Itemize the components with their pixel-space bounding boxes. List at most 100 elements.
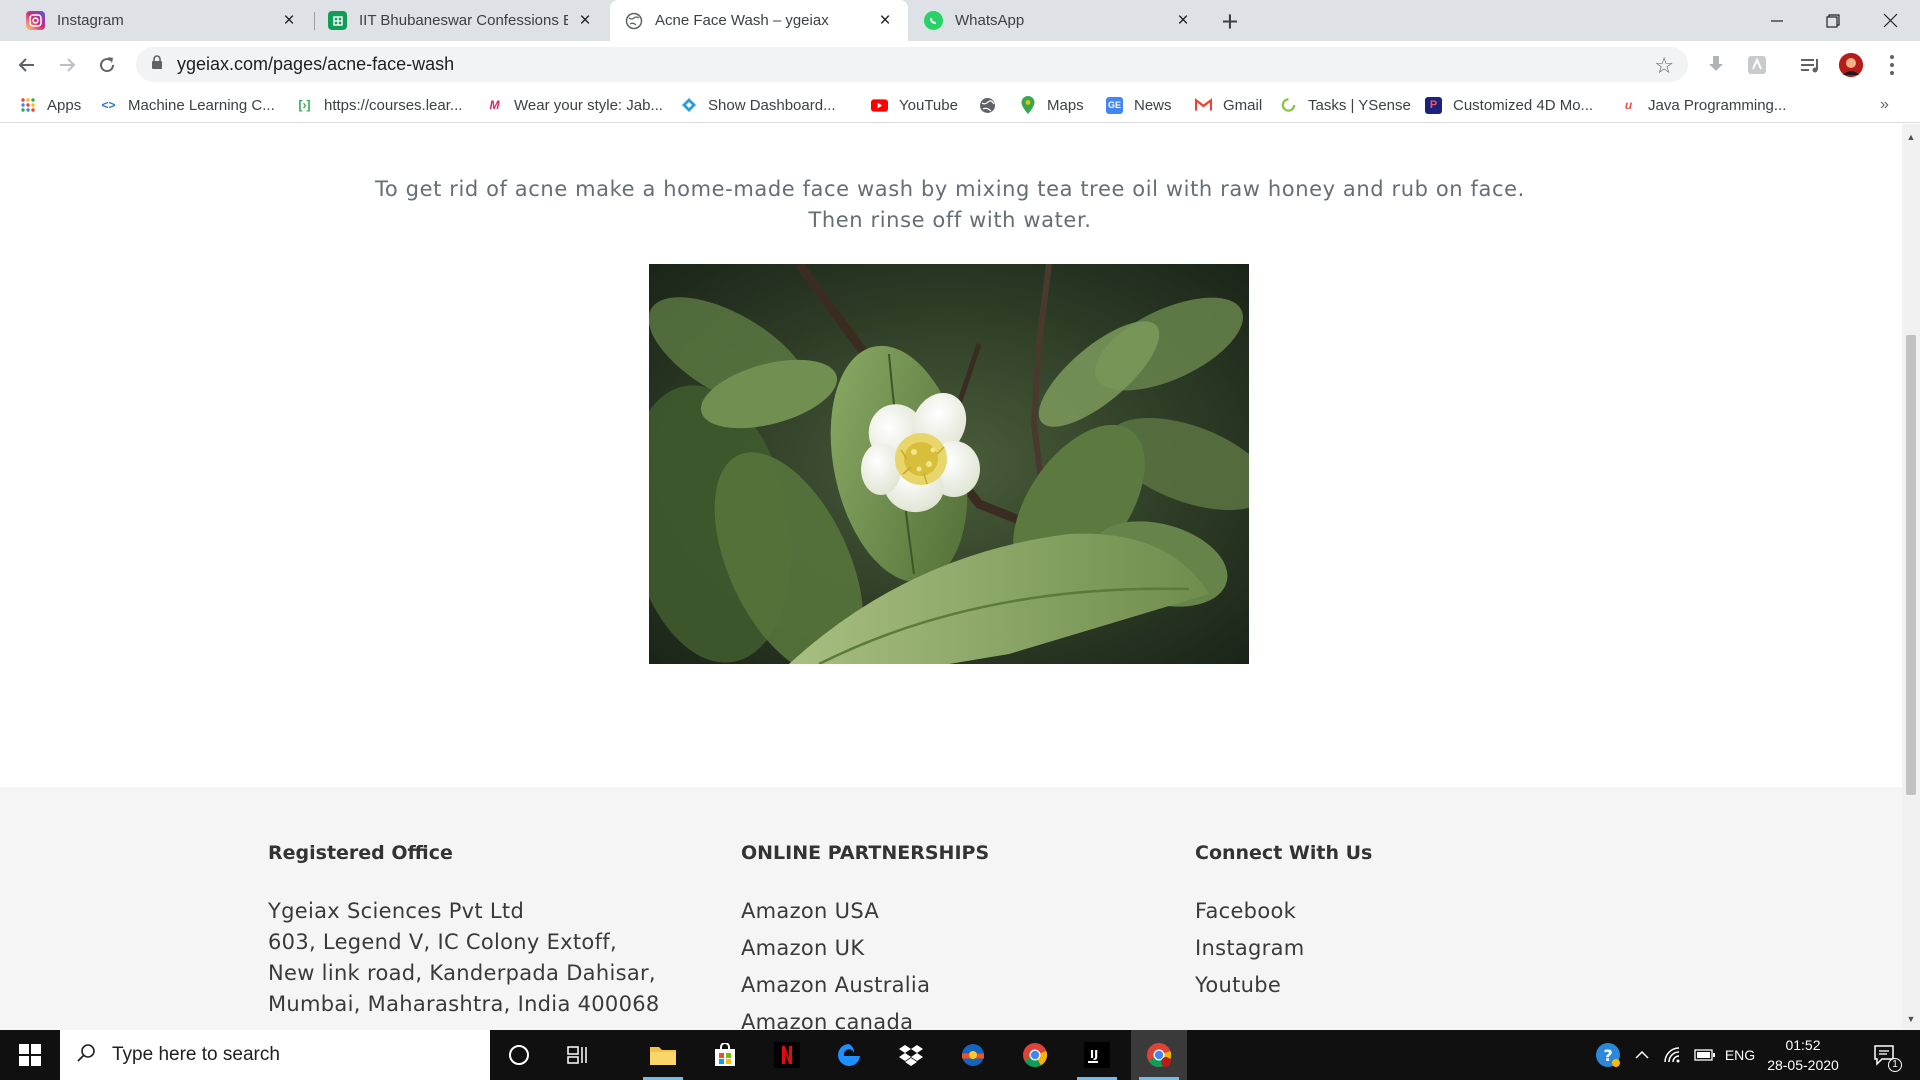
- close-tab-icon[interactable]: ×: [1174, 10, 1192, 31]
- browser-menu-icon[interactable]: [1887, 53, 1897, 77]
- wifi-icon[interactable]: [1658, 1030, 1688, 1080]
- bookmark-gmail[interactable]: Gmail: [1195, 93, 1262, 117]
- social-link-instagram[interactable]: Instagram: [1195, 936, 1305, 960]
- close-tab-icon[interactable]: ×: [576, 10, 594, 31]
- url-text: ygeiax.com/pages/acne-face-wash: [177, 54, 455, 74]
- maps-icon: [1019, 96, 1036, 114]
- myntra-icon: M: [489, 98, 500, 112]
- address-bar[interactable]: ygeiax.com/pages/acne-face-wash ☆: [136, 47, 1688, 82]
- globe-icon: [624, 11, 643, 30]
- reload-icon: [100, 57, 115, 73]
- windows-taskbar: Type here to search IJ ? ENG 01:52 28-05…: [0, 1030, 1920, 1080]
- battery-icon[interactable]: [1690, 1030, 1720, 1080]
- office-address-line: Mumbai, Maharashtra, India 400068: [268, 992, 660, 1016]
- back-button[interactable]: [10, 48, 44, 82]
- lock-icon: [151, 55, 163, 74]
- bookmark-4d[interactable]: P Customized 4D Mo...: [1425, 93, 1593, 117]
- cortana-icon: [509, 1045, 529, 1065]
- task-view-icon: [567, 1046, 587, 1064]
- tab-title: IIT Bhubaneswar Confessions Box: [359, 12, 568, 29]
- social-link-youtube[interactable]: Youtube: [1195, 973, 1281, 997]
- instagram-icon: [26, 11, 45, 30]
- bookmark-myntra[interactable]: M Wear your style: Jab...: [486, 93, 663, 117]
- taskbar-chrome-active[interactable]: [1131, 1030, 1187, 1080]
- profile-avatar[interactable]: [1839, 53, 1863, 77]
- minimize-button[interactable]: [1749, 0, 1805, 41]
- bookmark-courses[interactable]: [›] https://courses.lear...: [296, 93, 463, 117]
- task-view-button[interactable]: [551, 1030, 607, 1080]
- taskbar-dropbox[interactable]: [883, 1030, 939, 1080]
- clock-time: 01:52: [1785, 1037, 1821, 1053]
- restore-button[interactable]: [1805, 0, 1861, 41]
- dashboard-icon: [680, 97, 697, 114]
- taskbar-app-circle[interactable]: [945, 1030, 1001, 1080]
- site-footer: Registered Office Ygeiax Sciences Pvt Lt…: [0, 787, 1902, 1030]
- google-sheets-icon: [328, 11, 347, 30]
- partner-link-amazon-canada[interactable]: Amazon canada: [741, 1010, 913, 1030]
- bookmark-java[interactable]: u Java Programming...: [1620, 93, 1787, 117]
- back-arrow-icon: [18, 58, 34, 72]
- youtube-icon: [871, 97, 888, 114]
- cortana-button[interactable]: [491, 1030, 547, 1080]
- tab-instagram[interactable]: Instagram ×: [12, 0, 312, 41]
- input-language-indicator[interactable]: ENG: [1720, 1030, 1760, 1080]
- help-tray-icon[interactable]: ?: [1590, 1030, 1626, 1080]
- partner-link-amazon-uk[interactable]: Amazon UK: [741, 936, 864, 960]
- show-hidden-icons-chevron-icon[interactable]: [1630, 1030, 1654, 1080]
- partner-link-amazon-usa[interactable]: Amazon USA: [741, 899, 879, 923]
- folder-icon: [650, 1047, 676, 1065]
- taskbar-file-explorer[interactable]: [635, 1030, 691, 1080]
- tab-iit-confessions[interactable]: IIT Bhubaneswar Confessions Box ×: [314, 0, 608, 41]
- close-tab-icon[interactable]: ×: [876, 10, 894, 31]
- bookmark-dashboard[interactable]: Show Dashboard...: [680, 93, 836, 117]
- taskbar-edge[interactable]: [821, 1030, 877, 1080]
- close-window-button[interactable]: [1862, 0, 1918, 41]
- partner-link-amazon-australia[interactable]: Amazon Australia: [741, 973, 930, 997]
- bookmarks-overflow-button[interactable]: »: [1880, 96, 1889, 114]
- download-extension-icon[interactable]: [1704, 53, 1728, 77]
- new-tab-button[interactable]: +: [1213, 5, 1247, 39]
- extension-icon[interactable]: [1745, 53, 1769, 77]
- bookmark-machine-learning[interactable]: <> Machine Learning C...: [100, 93, 274, 117]
- bookmark-maps[interactable]: Maps: [1019, 93, 1084, 117]
- scroll-up-arrow-icon[interactable]: ▲: [1906, 132, 1916, 142]
- bookmarks-bar: Apps <> Machine Learning C... [›] https:…: [0, 88, 1920, 123]
- social-link-facebook[interactable]: Facebook: [1195, 899, 1296, 923]
- bookmark-label: Customized 4D Mo...: [1453, 96, 1594, 114]
- taskbar-microsoft-store[interactable]: [697, 1030, 753, 1080]
- start-button[interactable]: [0, 1030, 60, 1080]
- media-queue-icon[interactable]: [1798, 53, 1822, 77]
- taskbar-chrome[interactable]: [1007, 1030, 1063, 1080]
- taskbar-netflix[interactable]: [759, 1030, 815, 1080]
- system-clock[interactable]: 01:52 28-05-2020: [1760, 1035, 1846, 1075]
- reload-button[interactable]: [90, 48, 124, 82]
- bookmark-news[interactable]: GE News: [1106, 93, 1172, 117]
- page-icon: [›]: [298, 98, 311, 112]
- bookmark-ysense[interactable]: Tasks | YSense: [1280, 93, 1411, 117]
- tab-acne-face-wash[interactable]: Acne Face Wash – ygeiax ×: [610, 0, 908, 41]
- scrollbar-thumb[interactable]: [1906, 335, 1916, 795]
- taskbar-intellij[interactable]: IJ: [1069, 1030, 1125, 1080]
- windows-logo-icon: [19, 1044, 41, 1066]
- tab-whatsapp[interactable]: WhatsApp ×: [910, 0, 1206, 41]
- notification-count-badge: 1: [1888, 1058, 1902, 1072]
- forward-button[interactable]: [50, 48, 84, 82]
- globe-icon: [979, 97, 996, 114]
- notification-center-button[interactable]: 1: [1862, 1030, 1906, 1080]
- close-tab-icon[interactable]: ×: [280, 10, 298, 31]
- bookmark-globe[interactable]: [979, 93, 1007, 117]
- scroll-down-arrow-icon[interactable]: ▼: [1906, 1014, 1916, 1024]
- bookmark-youtube[interactable]: YouTube: [871, 93, 958, 117]
- connect-with-us-heading: Connect With Us: [1195, 842, 1373, 864]
- taskbar-search-box[interactable]: Type here to search: [60, 1030, 490, 1080]
- coursera-icon: <>: [101, 98, 116, 112]
- bookmark-apps[interactable]: Apps: [19, 93, 81, 117]
- page-scrollbar[interactable]: ▲ ▼: [1902, 124, 1920, 1030]
- bookmark-star-icon[interactable]: ☆: [1654, 53, 1674, 79]
- intro-line-2: Then rinse off with water.: [808, 208, 1092, 232]
- office-address-line: Ygeiax Sciences Pvt Ltd: [268, 899, 525, 923]
- screen: Instagram × IIT Bhubaneswar Confessions …: [0, 0, 1920, 1080]
- clock-date: 28-05-2020: [1767, 1057, 1839, 1073]
- udemy-icon: u: [1624, 98, 1633, 112]
- tab-title: Acne Face Wash – ygeiax: [655, 12, 829, 29]
